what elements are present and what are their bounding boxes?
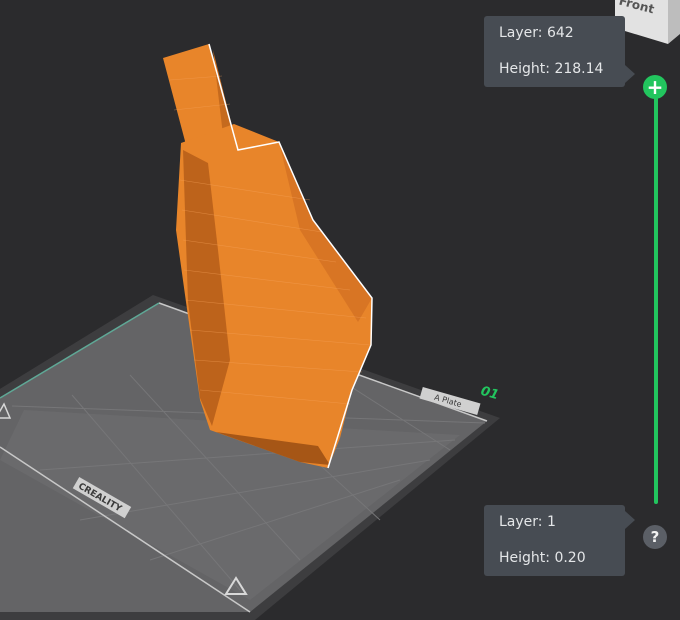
layer-slider-track[interactable] bbox=[654, 95, 658, 504]
top-height-label: Height: 218.14 bbox=[499, 61, 604, 77]
bottom-layer-tooltip: Layer: 1 Height: 0.20 bbox=[484, 505, 635, 576]
bottom-height-label: Height: 0.20 bbox=[499, 550, 586, 566]
top-layer-tooltip: Layer: 642 Height: 218.14 bbox=[484, 16, 635, 87]
top-layer-label: Layer: 642 bbox=[499, 25, 574, 41]
help-button[interactable]: ? bbox=[643, 525, 667, 549]
layer-slider-top-handle[interactable]: + bbox=[643, 75, 667, 99]
plate-number: 01 bbox=[479, 384, 501, 403]
bottom-layer-label: Layer: 1 bbox=[499, 514, 556, 530]
